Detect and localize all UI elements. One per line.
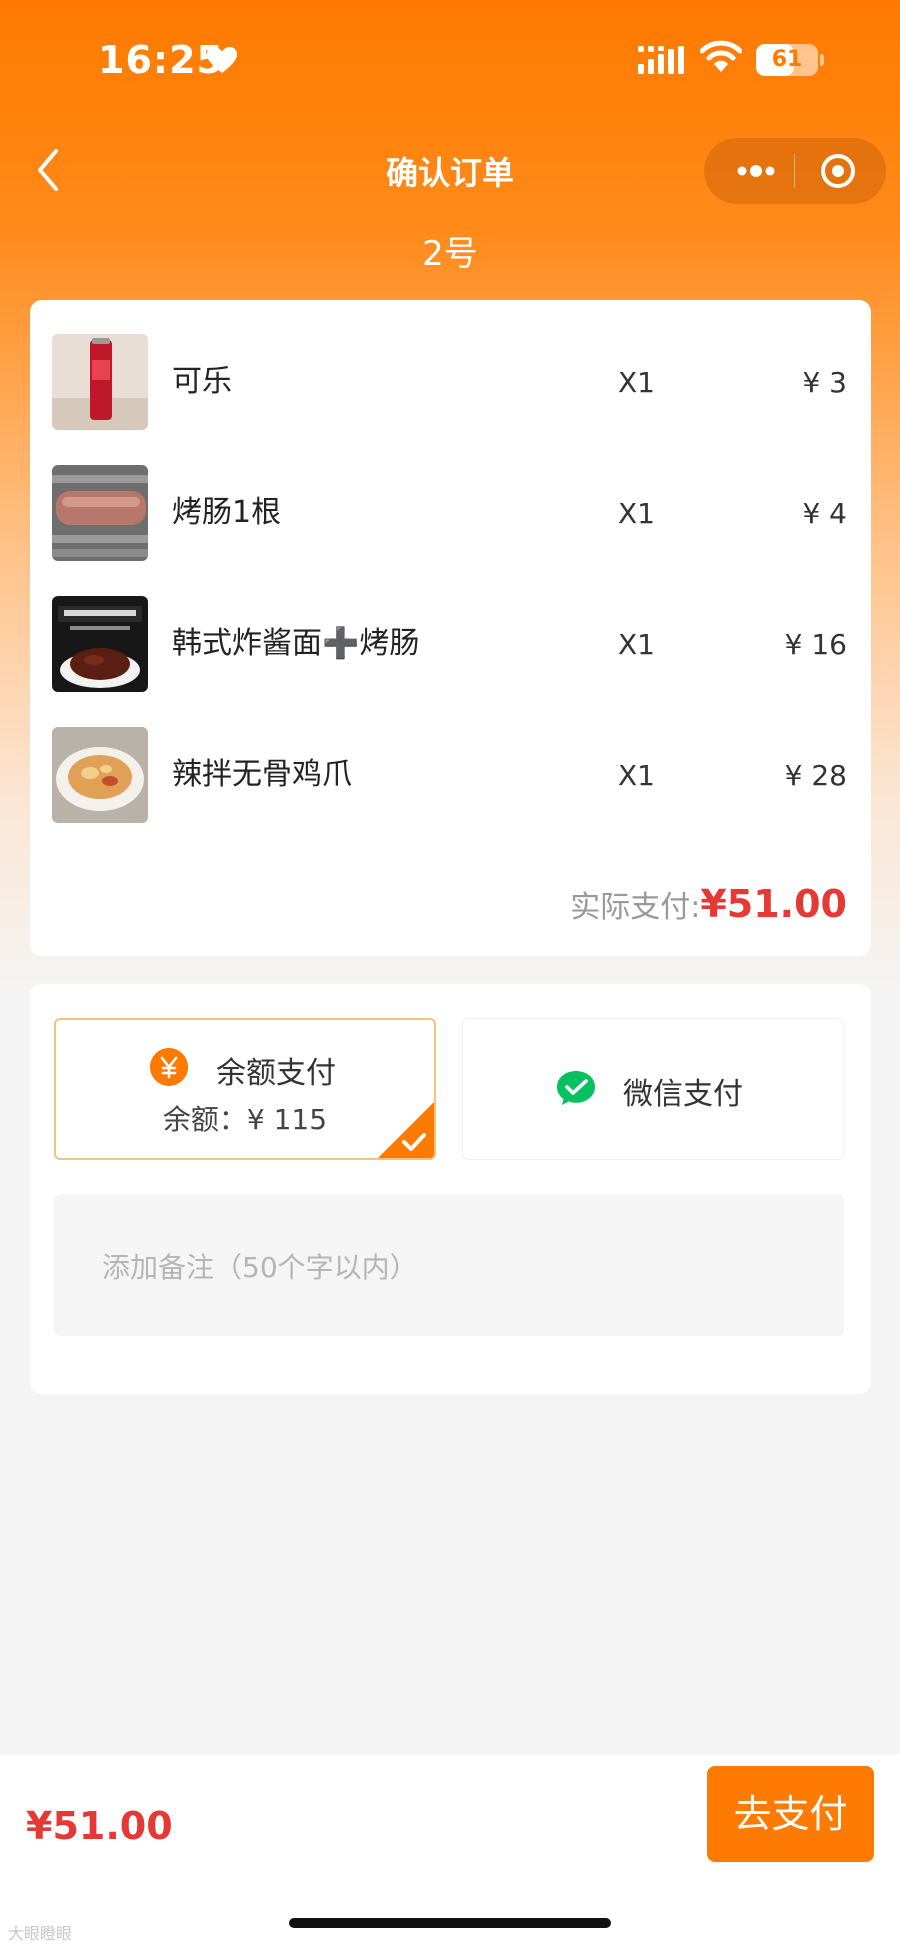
- item-price: ¥ 28: [784, 759, 847, 792]
- noodles-image: [52, 596, 148, 692]
- mini-program-capsule: [704, 138, 886, 204]
- chicken-feet-image: [52, 727, 148, 823]
- home-indicator: [289, 1918, 611, 1928]
- payment-card: 余额支付 余额：¥ 115 微信支付 添加备注（50个字以内）: [30, 984, 871, 1394]
- battery-percent: 61: [771, 47, 803, 72]
- item-price: ¥ 3: [802, 366, 847, 399]
- item-quantity: X1: [618, 366, 655, 399]
- order-item: 韩式炸酱面➕烤肠 X1 ¥ 16: [30, 596, 871, 706]
- balance-payment-option[interactable]: 余额支付 余额：¥ 115: [54, 1018, 436, 1160]
- battery-cap: [820, 54, 824, 66]
- order-item: 辣拌无骨鸡爪 X1 ¥ 28: [30, 727, 871, 837]
- actual-payment-value: ¥51.00: [700, 882, 847, 926]
- item-price: ¥ 4: [802, 497, 847, 530]
- item-name: 辣拌无骨鸡爪: [172, 757, 352, 792]
- sausage-image: [52, 465, 148, 561]
- item-name: 可乐: [172, 364, 232, 399]
- item-name: 烤肠1根: [172, 495, 282, 530]
- item-price: ¥ 16: [784, 628, 847, 661]
- signal-icon: [638, 46, 684, 74]
- order-card: 可乐 X1 ¥ 3 烤肠1根 X1 ¥ 4 韩式炸酱面➕烤肠 X1 ¥ 16 辣…: [30, 300, 871, 956]
- remark-placeholder: 添加备注（50个字以内）: [102, 1251, 418, 1284]
- selected-check-icon: [378, 1102, 434, 1158]
- more-icon[interactable]: [716, 138, 792, 204]
- wechat-payment-label: 微信支付: [623, 1077, 743, 1112]
- watermark: 大眼瞪眼: [8, 1924, 73, 1943]
- cola-image: [52, 334, 148, 430]
- balance-payment-label: 余额支付: [216, 1056, 336, 1091]
- battery-indicator: 61: [756, 44, 818, 76]
- wechat-payment-option[interactable]: 微信支付: [462, 1018, 844, 1160]
- status-bar: 16:25 61: [0, 0, 900, 120]
- wifi-icon: [700, 40, 742, 72]
- close-mini-program-icon[interactable]: [798, 138, 874, 204]
- order-item: 可乐 X1 ¥ 3: [30, 334, 871, 444]
- heart-icon: [207, 47, 237, 73]
- wechat-pay-icon: [557, 1071, 595, 1105]
- table-number: 2号: [422, 234, 478, 274]
- actual-payment-label: 实际支付:: [570, 890, 701, 925]
- actual-payment: 实际支付:¥51.00: [570, 882, 847, 926]
- item-quantity: X1: [618, 759, 655, 792]
- yuan-icon: [150, 1048, 188, 1086]
- bottom-bar: ¥51.00 去支付 大眼瞪眼: [0, 1754, 900, 1944]
- order-item: 烤肠1根 X1 ¥ 4: [30, 465, 871, 575]
- capsule-divider: [794, 154, 795, 188]
- item-quantity: X1: [618, 628, 655, 661]
- item-quantity: X1: [618, 497, 655, 530]
- item-name: 韩式炸酱面➕烤肠: [172, 626, 420, 661]
- bottom-total-price: ¥51.00: [26, 1804, 173, 1848]
- remark-input[interactable]: 添加备注（50个字以内）: [54, 1194, 844, 1336]
- pay-button[interactable]: 去支付: [707, 1766, 874, 1862]
